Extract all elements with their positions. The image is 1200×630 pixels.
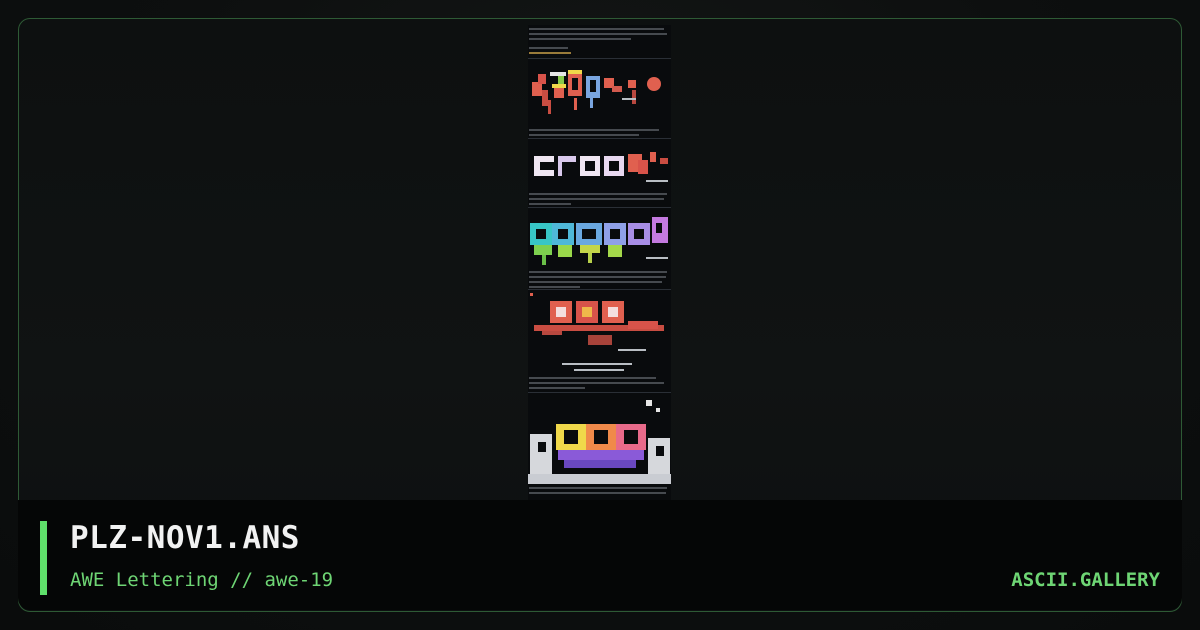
accent-bar xyxy=(40,521,47,595)
site-brand[interactable]: ASCII.GALLERY xyxy=(1011,569,1160,591)
preview-text-block xyxy=(529,487,670,497)
artist-subtitle: AWE Lettering // awe-19 xyxy=(70,569,334,591)
ansi-art-preview[interactable] xyxy=(528,25,671,500)
preview-text-block xyxy=(529,28,670,43)
preview-text-block xyxy=(529,47,670,57)
awe-logo-art xyxy=(528,394,671,484)
preview-text-block xyxy=(529,377,670,392)
preview-divider xyxy=(528,58,671,59)
preview-text-block xyxy=(529,193,670,208)
combo-logo-art xyxy=(528,209,671,269)
preview-text-block xyxy=(529,271,670,291)
ooo-logo-art xyxy=(528,291,671,375)
zoo-logo-art xyxy=(528,60,671,126)
preview-divider xyxy=(528,138,671,139)
preview-divider xyxy=(528,289,671,290)
preview-divider xyxy=(528,392,671,393)
croo-logo-art xyxy=(528,140,671,192)
preview-divider xyxy=(528,207,671,208)
file-title: PLZ-NOV1.ANS xyxy=(70,520,300,556)
